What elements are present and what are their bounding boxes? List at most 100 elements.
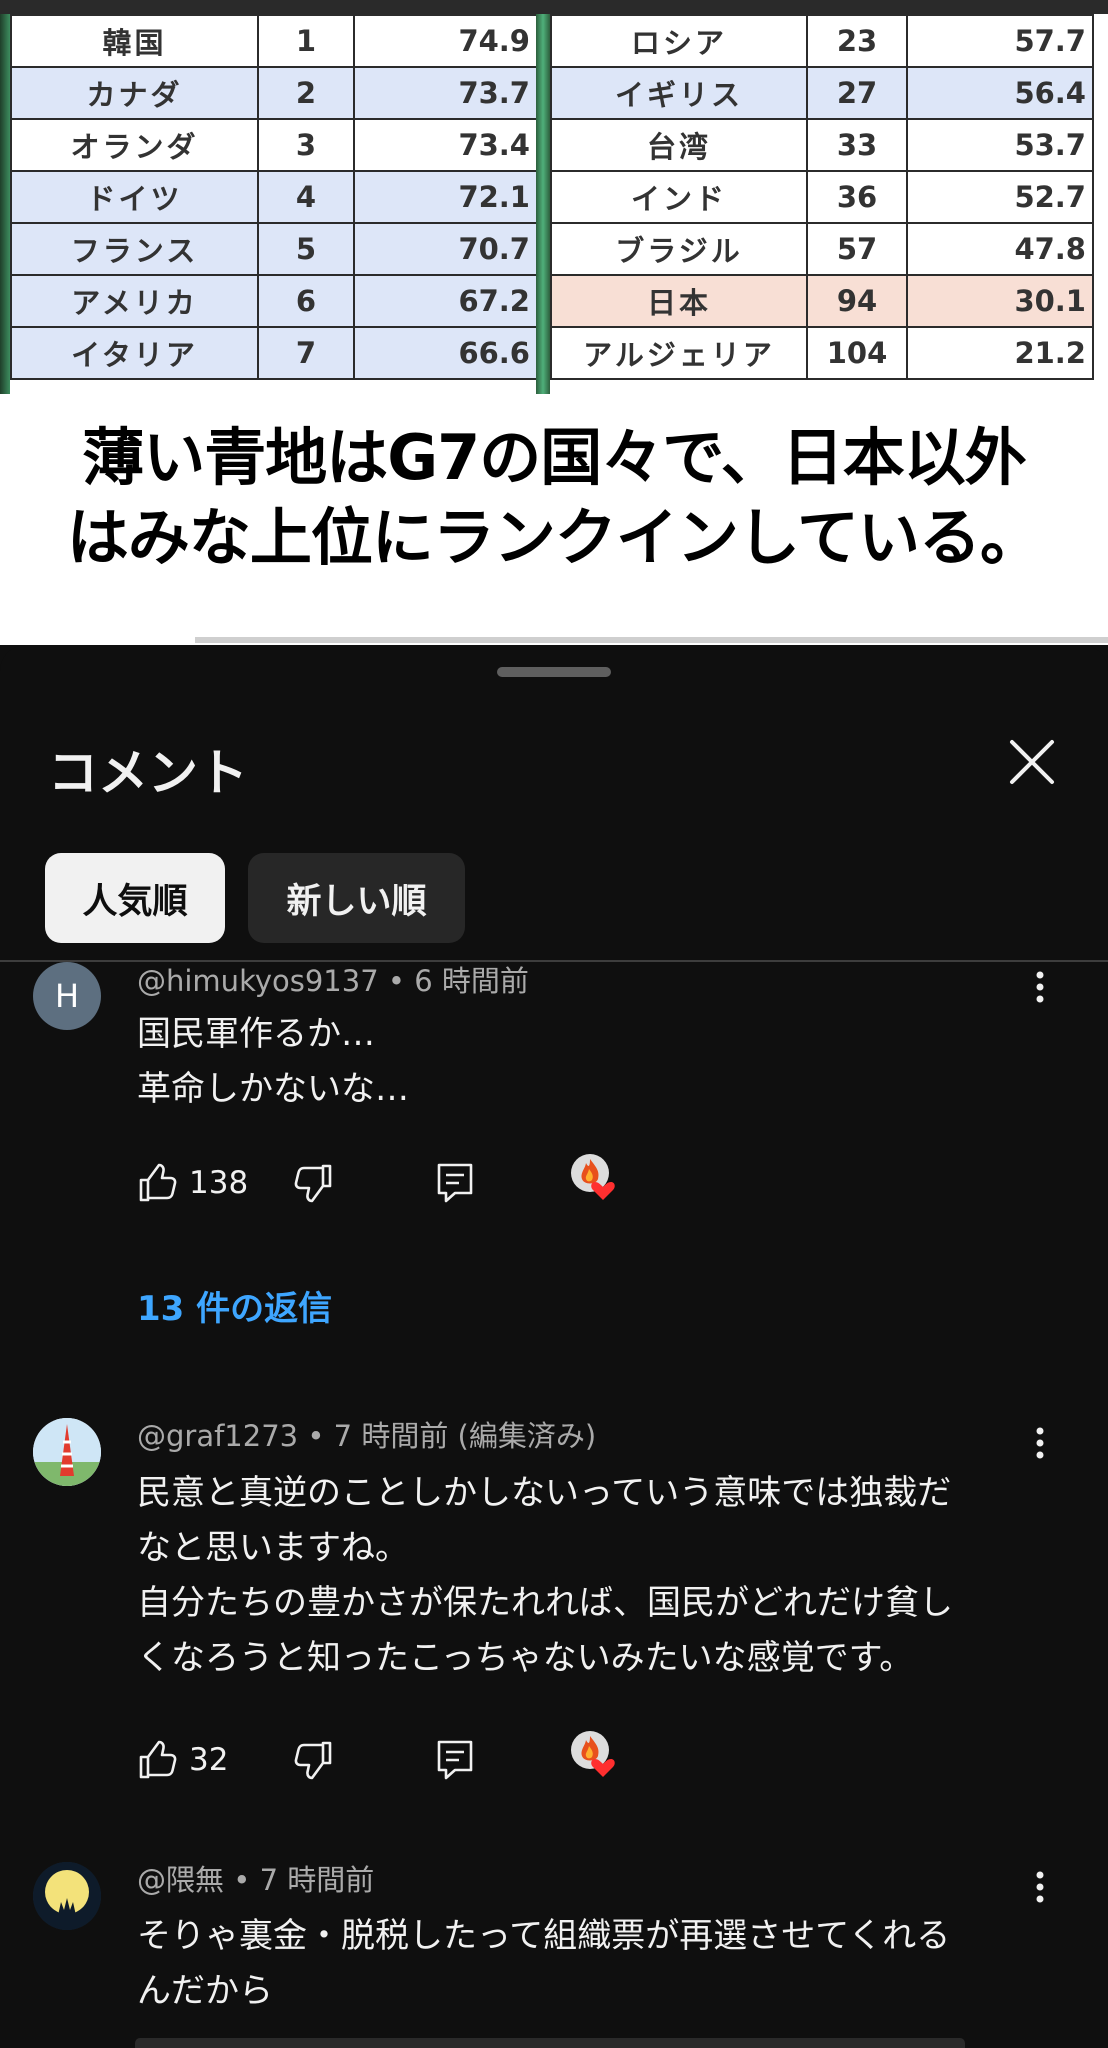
comment-line: 自分たちの豊かさが保たれれば、国民がどれだけ貧し [137,1583,953,1623]
table-row: フランス 5 70.7 [10,222,538,276]
comment-author[interactable]: @graf1273 [137,1419,298,1453]
comment-line: んだから [137,1971,273,2011]
score-cell: 47.8 [906,222,1094,276]
more-options-icon [1036,971,1044,1003]
comment-meta: @graf1273 • 7 時間前 (編集済み) [137,1413,596,1455]
country-cell: インド [550,170,808,224]
comment-author[interactable]: @himukyos9137 [137,964,379,998]
like-icon [139,1740,177,1779]
more-options-button[interactable] [1025,1867,1055,1907]
comment-line: 民意と真逆のことしかしないっていう意味では独裁だ [137,1473,952,1513]
rank-cell: 36 [806,170,908,224]
country-cell: ロシア [550,14,808,68]
comment-meta: @himukyos9137 • 6 時間前 [137,958,529,1000]
video-player[interactable]: 韓国 1 74.9 カナダ 2 73.7 オランダ 3 73.4 ドイツ 4 72.1 フランス 5 70.… [0,0,1108,645]
score-cell: 74.9 [353,14,538,68]
reply-icon [437,1740,473,1780]
view-replies-link[interactable]: 13 件の返信 [137,1281,332,1330]
sheet-title: コメント [48,744,248,802]
country-cell: 日本 [550,274,808,328]
table-row: アルジェリア 104 21.2 [550,326,1094,380]
more-options-button[interactable] [1025,1423,1055,1463]
ranking-table-left: 韓国 1 74.9 カナダ 2 73.7 オランダ 3 73.4 ドイツ 4 72.1 フランス 5 70.… [10,14,538,380]
creator-heart-badge [569,1729,619,1779]
creator-heart-icon [571,1731,615,1777]
table-row: ブラジル 57 47.8 [550,222,1094,276]
rank-cell: 57 [806,222,908,276]
video-progress-bar[interactable] [195,637,1108,643]
bottom-input-bar[interactable] [135,2038,965,2048]
dislike-button[interactable] [292,1735,334,1785]
score-cell: 21.2 [906,326,1094,380]
dislike-button[interactable] [292,1158,334,1208]
score-cell: 57.7 [906,14,1094,68]
table-row: ドイツ 4 72.1 [10,170,538,224]
close-icon [1010,740,1054,784]
meta-separator: • [307,1419,334,1453]
avatar-moon-image [33,1862,101,1930]
table-separator [536,14,550,394]
score-cell: 70.7 [353,222,538,276]
table-row: オランダ 3 73.4 [10,118,538,172]
score-cell: 30.1 [906,274,1094,328]
caption-line-1: 薄い青地はG7の国々で、日本以外 [82,421,1027,494]
more-options-icon [1036,1871,1044,1903]
comment-line: そりゃ裏金・脱税したって組織票が再選させてくれる [137,1916,951,1956]
score-cell: 73.7 [353,66,538,120]
avatar[interactable]: H [33,962,101,1030]
comments-sheet: コメント 人気順 新しい順 H @himukyos9137 • 6 時間前 国民… [0,645,1108,2048]
creator-heart-badge [569,1152,619,1202]
sort-popular-chip[interactable]: 人気順 [45,853,225,943]
reply-icon [437,1163,473,1203]
country-cell: イギリス [550,66,808,120]
dislike-icon [294,1741,332,1780]
more-options-button[interactable] [1025,967,1055,1007]
rank-cell: 7 [257,326,355,380]
comment-text: 国民軍作るか… 革命しかないな… [137,1007,1037,1117]
reply-button[interactable] [435,1158,475,1208]
close-button[interactable] [1000,730,1064,794]
reply-button[interactable] [435,1735,475,1785]
rank-cell: 5 [257,222,355,276]
table-row: ロシア 23 57.7 [550,14,1094,68]
video-left-edge [0,14,10,394]
dislike-icon [294,1164,332,1203]
comment-line: 革命しかないな… [137,1069,409,1109]
caption-line-2: はみな上位にランクインしている。 [66,501,1042,574]
score-cell: 66.6 [353,326,538,380]
like-button[interactable]: 138 [137,1158,248,1208]
avatar[interactable] [33,1862,101,1930]
rank-cell: 4 [257,170,355,224]
comment-author[interactable]: @隈無 [137,1863,224,1897]
like-count: 32 [189,1742,229,1778]
comment-time: 7 時間前 [259,1863,375,1897]
like-count: 138 [189,1165,249,1201]
rank-cell: 27 [806,66,908,120]
score-cell: 67.2 [353,274,538,328]
drag-handle[interactable] [497,667,611,677]
comment-line: 国民軍作るか… [137,1014,375,1054]
table-row: インド 36 52.7 [550,170,1094,224]
sort-newest-chip[interactable]: 新しい順 [248,853,465,943]
like-button[interactable]: 32 [137,1735,228,1785]
score-cell: 53.7 [906,118,1094,172]
rank-cell: 33 [806,118,908,172]
table-row: 日本 94 30.1 [550,274,1094,328]
avatar[interactable] [33,1418,101,1486]
comment-line: くなろうと知ったこっちゃないみたいな感覚です。 [137,1638,914,1678]
video-top-strip [0,0,1108,14]
country-cell: 台湾 [550,118,808,172]
country-cell: ドイツ [10,170,259,224]
country-cell: カナダ [10,66,259,120]
country-cell: オランダ [10,118,259,172]
comment-meta: @隈無 • 7 時間前 [137,1857,374,1899]
avatar-tower-image [33,1418,101,1486]
comment-time: 7 時間前 (編集済み) [333,1419,597,1453]
rank-cell: 94 [806,274,908,328]
rank-cell: 23 [806,14,908,68]
score-cell: 73.4 [353,118,538,172]
rank-cell: 6 [257,274,355,328]
score-cell: 72.1 [353,170,538,224]
rank-cell: 1 [257,14,355,68]
table-row: アメリカ 6 67.2 [10,274,538,328]
